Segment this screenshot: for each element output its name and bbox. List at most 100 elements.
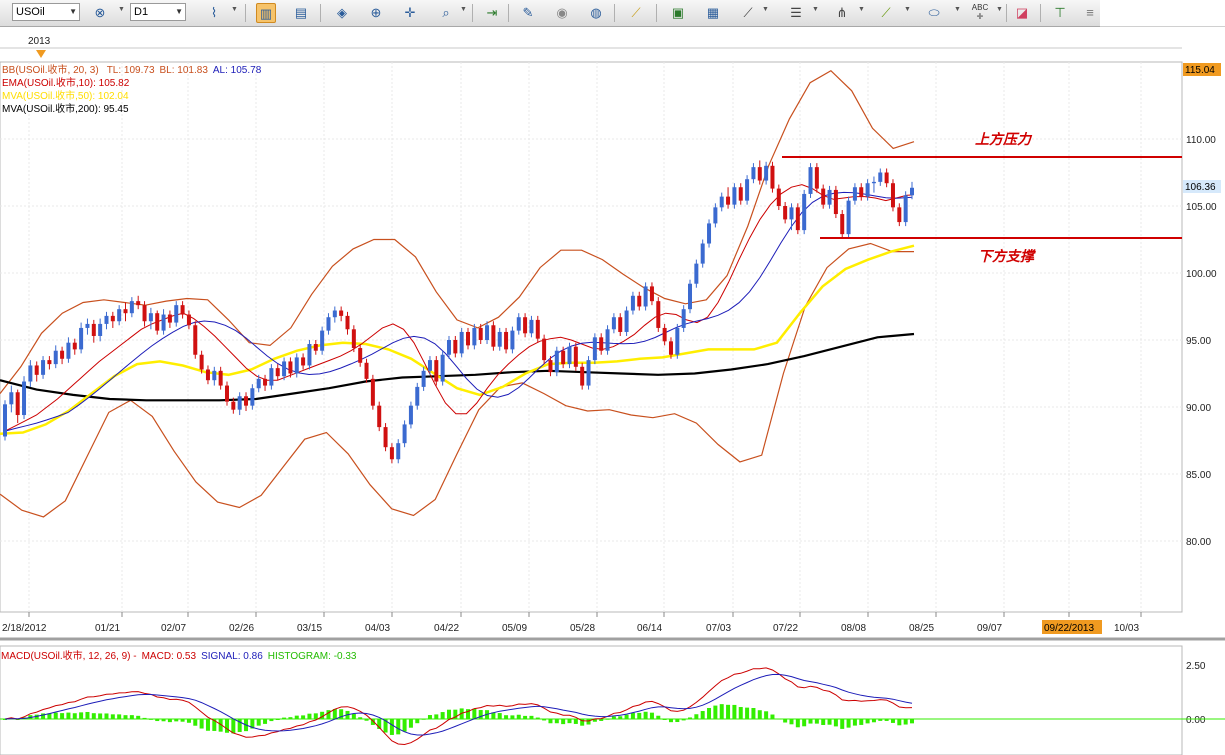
menu-icon[interactable]: ≡ (1080, 3, 1100, 23)
macd-histogram-bar (897, 719, 902, 726)
chart-area[interactable]: 2013 80.00 85.00 90.00 95.00 100.00 105.00 110… (0, 28, 1225, 755)
chevron-down-icon[interactable]: ▼ (118, 6, 125, 13)
chevron-down-icon[interactable]: ▼ (812, 6, 819, 13)
macd-histogram-bar (624, 714, 629, 719)
candle-body (770, 165, 775, 189)
macd-legend-name: MACD(USOil.收市, 12, 26, 9) - (1, 649, 137, 662)
macd-histogram-bar (148, 718, 153, 720)
macd-histogram-bar (529, 715, 534, 719)
candle-body (123, 309, 128, 314)
candle-body (618, 317, 623, 332)
macd-histogram-bar (307, 713, 312, 719)
macd-histogram-bar (599, 719, 604, 721)
edit-icon[interactable]: ✎ (518, 3, 538, 23)
picture-icon[interactable]: ▣ (668, 3, 688, 23)
candle-body (890, 183, 895, 208)
candle-body (643, 286, 648, 307)
candle-body (231, 401, 236, 410)
candle-body (370, 378, 375, 406)
macd-histogram-bar (554, 719, 559, 724)
candle-body (624, 310, 629, 332)
indicator-icon[interactable]: ⊗ (90, 3, 110, 23)
macd-histogram-bar (611, 716, 616, 719)
chevron-down-icon[interactable]: ▼ (996, 6, 1003, 13)
macd-histogram-bar (180, 719, 185, 722)
candle-body (9, 392, 14, 405)
candle-body (421, 370, 426, 387)
candle-body (681, 309, 686, 328)
macd-histogram-bar (79, 712, 84, 719)
x-tick-label: 08/08 (841, 623, 866, 634)
symbol-select[interactable]: USOil ▼ (12, 3, 80, 21)
chevron-down-icon[interactable]: ▼ (954, 6, 961, 13)
macd-histogram-bar (770, 714, 775, 719)
candle-body (320, 330, 325, 351)
search-chart-icon[interactable]: ⌕ (436, 3, 456, 23)
candle-body (523, 317, 528, 334)
chart-window-icon[interactable]: ▦ (703, 3, 723, 23)
fibonacci-icon[interactable]: ☰ (786, 3, 806, 23)
macd-histogram-bar (275, 719, 280, 720)
candle-body (41, 360, 46, 375)
macd-histogram-bar (573, 719, 578, 724)
text-label-icon[interactable]: ABC ✛ (970, 3, 990, 23)
chart-type-icon[interactable]: ⌇ (204, 3, 224, 23)
macd-histogram-bar (605, 718, 610, 720)
candle-body (47, 360, 52, 365)
macd-histogram-bar (497, 713, 502, 719)
tree-icon[interactable]: ⊤ (1050, 3, 1070, 23)
macd-histogram-bar (821, 719, 826, 725)
candle-body (199, 354, 204, 370)
macd-histogram-bar (668, 719, 673, 723)
eye-icon[interactable]: ◉ (552, 3, 572, 23)
candle-body (491, 325, 496, 347)
objects-icon[interactable]: ◈ (332, 3, 352, 23)
crosshair-icon[interactable]: ✛ (400, 3, 420, 23)
macd-histogram-bar (637, 712, 642, 719)
chevron-down-icon[interactable]: ▼ (904, 6, 911, 13)
eraser-icon[interactable]: ◪ (1012, 3, 1032, 23)
macd-histogram-bar (630, 712, 635, 719)
macd-legend-histogram: HISTOGRAM: -0.33 (268, 651, 357, 662)
chevron-down-icon[interactable]: ▼ (231, 6, 238, 13)
macd-histogram-bar (269, 719, 274, 722)
chevron-down-icon[interactable]: ▼ (762, 6, 769, 13)
macd-histogram-bar (205, 719, 210, 731)
timeframe-select[interactable]: D1 ▼ (130, 3, 186, 21)
period-icon[interactable]: ▤ (291, 3, 311, 23)
macd-histogram-bar (852, 719, 857, 726)
candle-body (446, 340, 451, 355)
auto-scroll-icon[interactable]: ⇥ (482, 3, 502, 23)
trendline-icon[interactable]: ⟋ (738, 3, 758, 23)
candle-body (186, 314, 191, 326)
macd-histogram-bar (440, 712, 445, 719)
candle-body (662, 327, 667, 342)
pitchfork-icon[interactable]: ⋔ (832, 3, 852, 23)
candle-body (218, 370, 223, 386)
symbol-value: USOil (16, 6, 45, 18)
line-tool-icon[interactable]: ⟋ (876, 3, 896, 23)
candle-body (726, 196, 731, 205)
bar-chart-icon[interactable]: ▥ (256, 3, 276, 23)
toolbar-divider (614, 4, 615, 22)
candle-body (34, 365, 39, 375)
candle-body (599, 337, 604, 351)
x-tick-label: 06/14 (637, 623, 662, 634)
candle-body (66, 342, 71, 359)
ruler-icon[interactable]: ⟋ (626, 3, 646, 23)
candle-body (586, 360, 591, 386)
candle-body (764, 165, 769, 181)
globe-icon[interactable]: ◍ (586, 3, 606, 23)
chevron-down-icon[interactable]: ▼ (460, 6, 467, 13)
candle-body (757, 167, 762, 181)
chevron-down-icon[interactable]: ▼ (858, 6, 865, 13)
support-label: 下方支撑 (978, 248, 1036, 265)
zoom-in-icon[interactable]: ⊕ (366, 3, 386, 23)
macd-histogram-bar (231, 719, 236, 734)
macd-histogram-bar (732, 704, 737, 719)
ellipse-icon[interactable]: ⬭ (924, 3, 944, 23)
last-price-tag-label: 106.36 (1185, 182, 1216, 193)
toolbar-divider (245, 4, 246, 22)
candle-body (783, 206, 788, 220)
bb-legend-name: BB(USOil.收市, 20, 3) (2, 63, 99, 76)
